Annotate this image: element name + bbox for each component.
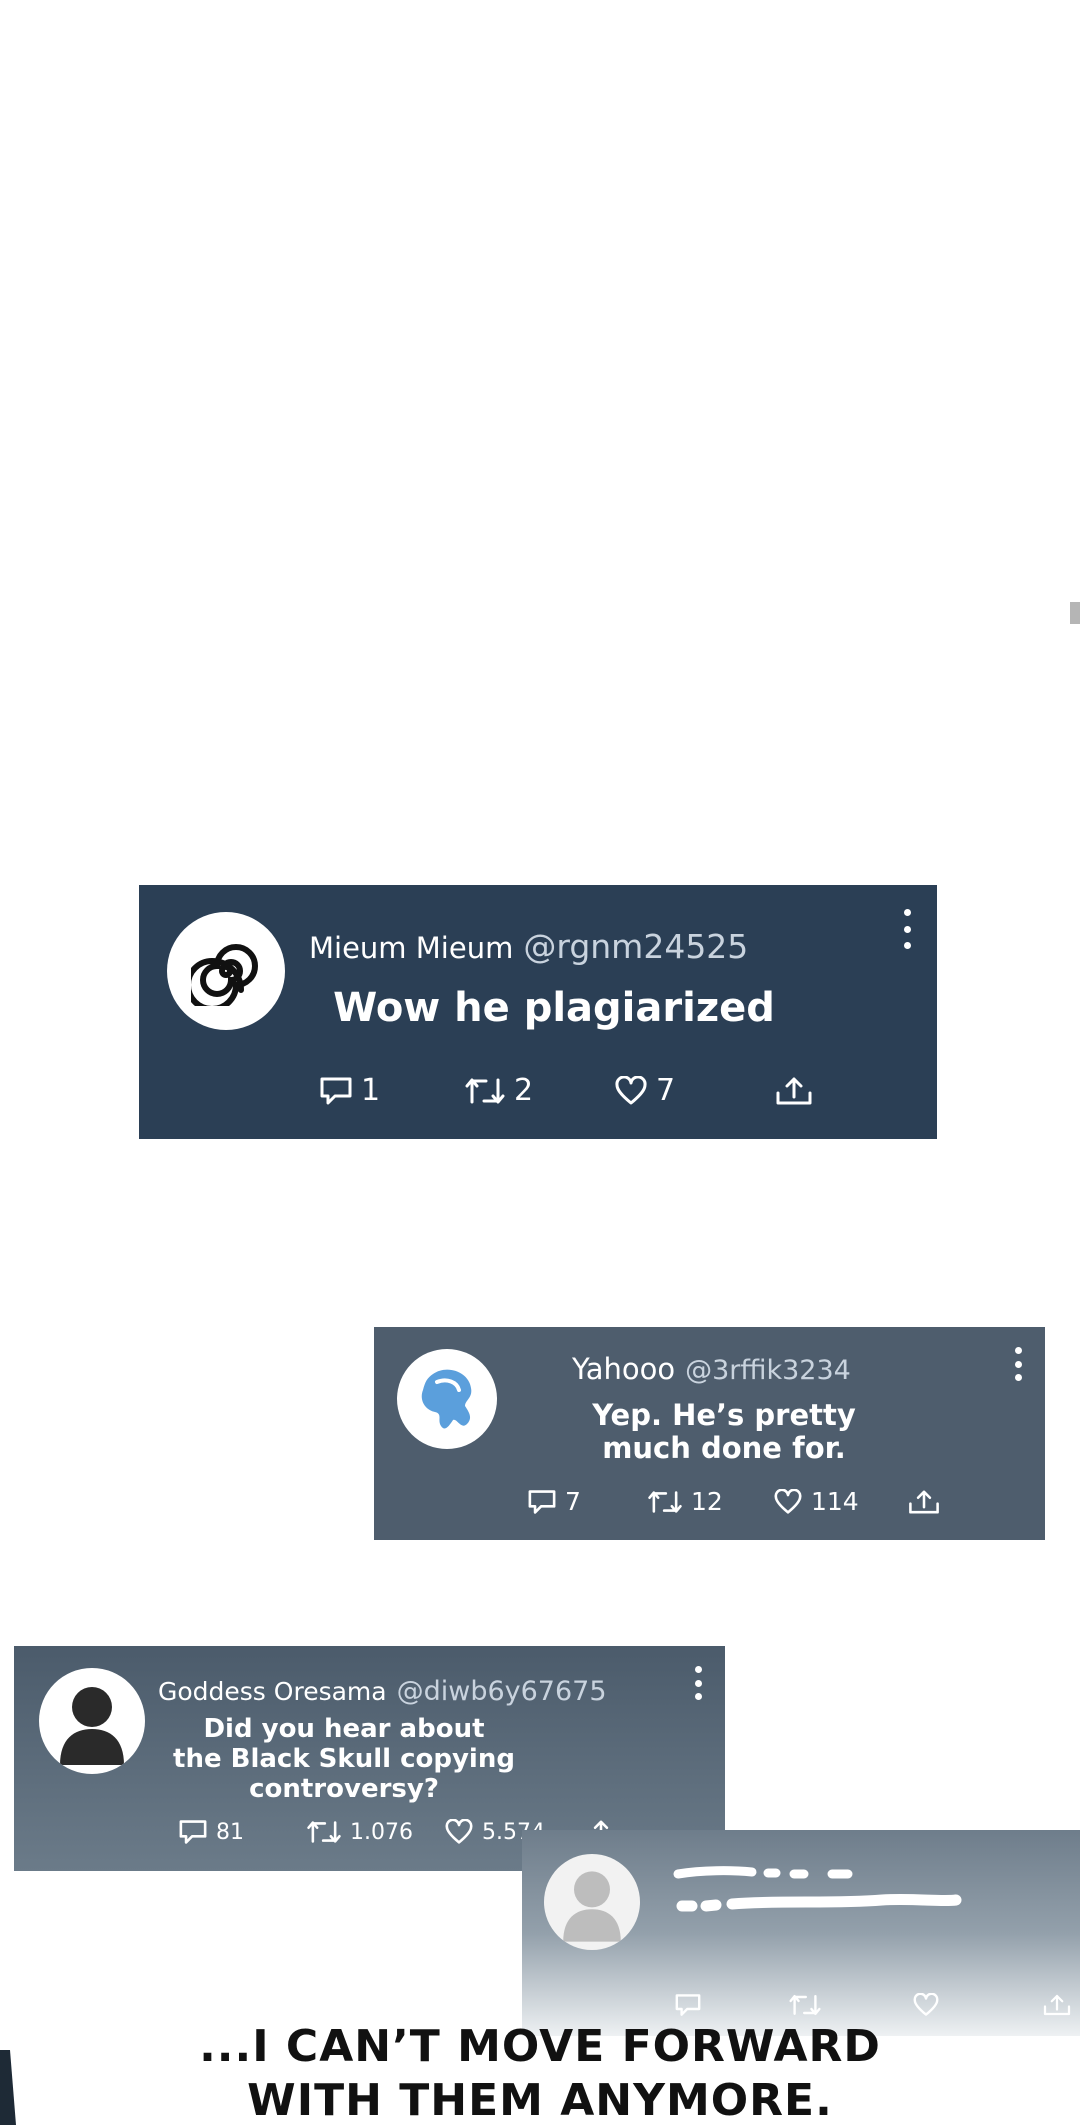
retweet-count: 12: [691, 1487, 723, 1516]
like-count: 114: [811, 1487, 859, 1516]
more-options-icon[interactable]: [694, 1666, 702, 1700]
display-name: Yahooo: [572, 1352, 676, 1386]
like-button[interactable]: [912, 1993, 1042, 2017]
reply-button[interactable]: [674, 1993, 788, 2017]
more-options-icon[interactable]: [1014, 1347, 1022, 1381]
retweet-count: 1.076: [350, 1819, 413, 1845]
retweet-icon: [789, 1995, 821, 2015]
reply-count: 81: [216, 1819, 244, 1845]
spiral-icon: [191, 944, 258, 1006]
reply-button[interactable]: 81: [178, 1819, 306, 1845]
share-icon: [776, 1077, 812, 1104]
reply-count: 1: [361, 1073, 381, 1108]
tweet-actions: [674, 1992, 1072, 2018]
like-button[interactable]: 114: [773, 1487, 907, 1516]
retweet-button[interactable]: 2: [464, 1073, 614, 1108]
reply-button[interactable]: 7: [527, 1487, 647, 1516]
user-handle: @rgnm24525: [523, 927, 749, 966]
retweet-button[interactable]: [788, 1993, 912, 2017]
avatar: [167, 912, 285, 1030]
share-button[interactable]: [1042, 1992, 1072, 2018]
retweet-icon: [307, 1821, 341, 1843]
avatar: [544, 1854, 640, 1950]
heart-icon: [774, 1488, 802, 1514]
tweet-card[interactable]: Mieum Mieum @rgnm24525 Wow he plagiarized…: [139, 885, 937, 1139]
tweet-header: Goddess Oresama @diwb6y67675: [158, 1676, 607, 1707]
retweet-button[interactable]: 12: [647, 1487, 773, 1516]
retweet-icon: [465, 1078, 505, 1103]
comment-icon: [320, 1077, 352, 1104]
tweet-text: Yep. He’s pretty much done for.: [592, 1398, 856, 1465]
comment-icon: [675, 1994, 701, 2016]
like-button[interactable]: 7: [614, 1073, 774, 1108]
like-count: 7: [656, 1073, 676, 1108]
user-handle: @3rffik3234: [685, 1355, 851, 1386]
blue-blob-icon: [421, 1369, 472, 1429]
share-icon: [1043, 1994, 1071, 2016]
tweet-header: Yahooo @3rffik3234: [572, 1352, 851, 1386]
person-silhouette-icon: [60, 1687, 124, 1765]
heart-icon: [445, 1819, 473, 1844]
comment-icon: [179, 1820, 207, 1844]
person-silhouette-icon: [563, 1871, 621, 1942]
avatar: [39, 1668, 145, 1774]
redacted-text-scribble: [673, 1866, 962, 1912]
more-options-icon[interactable]: [903, 909, 911, 949]
tweet-actions: 7 12 114: [527, 1487, 941, 1516]
heart-icon: [913, 1993, 939, 2016]
comment-icon: [528, 1489, 556, 1514]
heart-icon: [615, 1075, 647, 1104]
user-handle: @diwb6y67675: [396, 1676, 607, 1707]
reply-count: 7: [565, 1487, 581, 1516]
tweet-card-redacted[interactable]: [522, 1830, 1080, 2036]
retweet-icon: [648, 1490, 682, 1513]
share-button[interactable]: [774, 1075, 814, 1107]
retweet-button[interactable]: 1.076: [306, 1819, 444, 1845]
tweet-actions: 1 2 7: [319, 1073, 814, 1108]
tweet-text: Wow he plagiarized: [333, 985, 775, 1031]
retweet-count: 2: [514, 1073, 534, 1108]
display-name: Mieum Mieum: [309, 931, 514, 965]
display-name: Goddess Oresama: [158, 1677, 387, 1706]
tweet-text: Did you hear about the Black Skull copyi…: [173, 1714, 515, 1804]
share-button[interactable]: [907, 1488, 941, 1516]
tweet-card[interactable]: Yahooo @3rffik3234 Yep. He’s pretty much …: [374, 1327, 1045, 1540]
share-icon: [909, 1490, 939, 1513]
scroll-indicator: [1070, 602, 1080, 624]
speech-caption: ...I CAN’T MOVE FORWARD WITH THEM ANYMOR…: [199, 2021, 881, 2126]
tweet-header: Mieum Mieum @rgnm24525: [309, 927, 748, 966]
reply-button[interactable]: 1: [319, 1073, 464, 1108]
avatar: [397, 1349, 497, 1449]
